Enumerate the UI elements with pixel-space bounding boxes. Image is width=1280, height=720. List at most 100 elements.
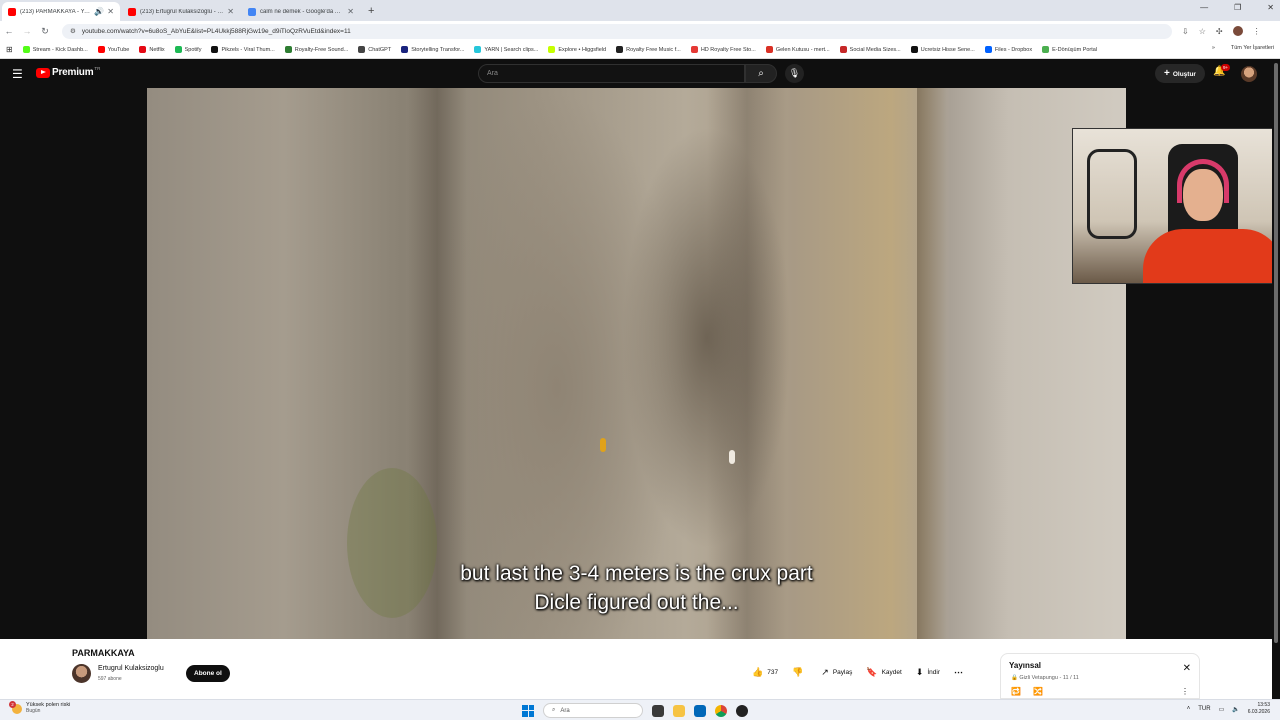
loop-icon[interactable]: 🔁 [1011,687,1021,696]
browser-tab[interactable]: (213) Ertugrul Kulaksizoglu - Yo... ✕ [122,2,240,21]
subscribe-button[interactable]: Abone ol [186,665,230,682]
browser-tab-active[interactable]: (213) PARMAKKAYA - YouT... 🔊 ✕ [2,2,120,21]
climber-figure [729,450,735,464]
bookmark-item[interactable]: Gelen Kutusu - mert... [765,46,830,53]
bookmark-item[interactable]: E-Dönüşüm Portal [1042,46,1097,53]
playlist-more-icon[interactable]: ⋮ [1181,687,1189,696]
speaker-icon[interactable]: 🔊 [94,7,104,16]
bookmark-item[interactable]: Files - Dropbox [984,46,1032,53]
exercise-bike [1087,149,1137,239]
more-bookmarks-button[interactable]: » [1212,45,1215,51]
extensions-icon[interactable]: ✣ [1216,27,1223,36]
language-indicator[interactable]: TUR [1198,706,1210,712]
close-window-icon[interactable]: ✕ [1267,3,1274,12]
bookmark-favicon-icon [616,46,624,53]
url-field[interactable]: ⚙ youtube.com/watch?v=6u8oS_AbYuE&list=P… [62,23,1172,39]
page-scrollbar[interactable] [1272,59,1280,699]
weather-widget[interactable]: 2 Yüksek polen riski Bugün [9,701,70,714]
clock[interactable]: 13:53 6.03.2026 [1248,702,1270,716]
bookmark-label: Ucretsiz Hisse Sene... [920,46,975,53]
youtube-favicon-icon [8,7,16,16]
restore-icon[interactable]: ❐ [1234,3,1241,12]
shuffle-icon[interactable]: 🔀 [1033,687,1043,696]
apps-icon[interactable]: ⊞ [6,45,13,54]
search-input[interactable]: Ara [478,64,745,83]
dislike-button[interactable]: 👎 [792,667,807,678]
bookmark-item[interactable]: Social Media Sizes... [839,46,901,53]
back-icon[interactable]: ← [0,26,18,36]
bookmark-favicon-icon [211,46,219,53]
windows-start-icon[interactable] [522,704,534,717]
save-button[interactable]: 🔖 Kaydet [866,667,901,678]
new-tab-button[interactable]: + [368,2,374,21]
voice-search-button[interactable]: 🎙 [785,64,804,83]
bookmark-label: Netflix [149,46,165,53]
close-playlist-icon[interactable]: ✕ [1183,663,1191,674]
bookmark-favicon-icon [97,46,105,53]
download-button[interactable]: ⬇ İndir [916,667,940,678]
bookmark-star-icon[interactable]: ☆ [1199,27,1206,36]
channel-avatar[interactable] [72,664,91,683]
bookmark-item[interactable]: Pikzels - Viral Thum... [211,46,275,53]
channel-name[interactable]: Ertugrul Kulaksizoglu [98,665,164,672]
bookmark-item[interactable]: Storytelling Transfor... [401,46,464,53]
task-view-icon[interactable] [652,704,664,717]
bookmark-item[interactable]: HD Royalty Free Sto... [690,46,756,53]
youtube-logo[interactable]: Premium TR [36,66,100,78]
store-icon[interactable] [694,704,706,717]
bookmark-item[interactable]: Netflix [139,46,165,53]
like-button[interactable]: 👍 737 [752,667,778,678]
bookmark-label: YARN | Search clips... [484,46,539,53]
account-avatar[interactable] [1241,66,1257,82]
browser-tab[interactable]: calm ne demek - Google'da Ar... ✕ [242,2,360,21]
close-tab-icon[interactable]: ✕ [227,7,234,16]
bookmark-item[interactable]: Explore • Higgsfield [548,46,606,53]
bookmark-item[interactable]: YARN | Search clips... [474,46,538,53]
playlist-owner[interactable]: Vetapungu [1032,675,1058,681]
chrome-icon[interactable] [715,704,727,717]
file-explorer-icon[interactable] [673,704,685,717]
bookmark-item[interactable]: YouTube [97,46,130,53]
reload-icon[interactable]: ↻ [36,26,54,37]
volume-icon[interactable]: 🔈 [1232,706,1239,713]
video-player[interactable]: but last the 3-4 meters is the crux part… [147,88,1126,639]
youtube-favicon-icon [128,7,136,16]
more-actions-icon[interactable]: ⋯ [954,667,963,678]
close-tab-icon[interactable]: ✕ [347,7,354,16]
url-text: youtube.com/watch?v=6u8oS_AbYuE&list=PL4… [81,27,351,35]
browser-tab-strip: (213) PARMAKKAYA - YouT... 🔊 ✕ (213) Ert… [0,0,1280,21]
tray-chevron-icon[interactable]: ˄ [1187,706,1191,712]
create-button[interactable]: + Oluştur [1155,64,1205,83]
forward-icon[interactable]: → [18,26,36,36]
bookmark-favicon-icon [22,46,30,53]
minimize-icon[interactable]: — [1200,3,1208,12]
all-bookmarks-button[interactable]: Tüm Yer İşaretleri [1231,45,1274,51]
streaming-app-icon[interactable] [736,704,748,717]
site-info-icon[interactable]: ⚙ [70,27,76,35]
network-icon[interactable]: ▭ [1219,706,1225,713]
bookmark-item[interactable]: ChatGPT [358,46,391,53]
address-bar-row: ← → ↻ ⚙ youtube.com/watch?v=6u8oS_AbYuE&… [0,21,1280,41]
browser-menu-icon[interactable]: ⋮ [1253,27,1261,36]
bookmark-item[interactable]: Spotify [174,46,201,53]
bookmark-favicon-icon [358,46,366,53]
bookmark-item[interactable]: Ucretsiz Hisse Sene... [910,46,975,53]
bookmark-favicon-icon [690,46,698,53]
share-button[interactable]: ↗ Paylaş [821,667,852,678]
bookmark-item[interactable]: Royalty Free Music f... [616,46,681,53]
bookmark-item[interactable]: Royalty-Free Sound... [284,46,348,53]
profile-avatar[interactable] [1232,26,1243,36]
install-icon[interactable]: ⇩ [1182,27,1189,36]
bookmark-item[interactable]: Stream - Kick Dashb... [22,46,88,53]
search-button[interactable]: ⌕ [745,64,777,83]
scrollbar-thumb[interactable] [1274,63,1278,643]
bookmark-label: YouTube [107,46,130,53]
video-title: PARMAKKAYA [72,648,135,658]
menu-icon[interactable]: ☰ [12,67,23,81]
bookmark-label: Storytelling Transfor... [411,46,465,53]
taskbar-search[interactable]: ⌕ Ara [543,703,643,718]
playlist-title[interactable]: Yayınsal [1009,661,1041,670]
bookmark-favicon-icon [139,46,147,53]
google-favicon-icon [248,7,256,16]
close-tab-icon[interactable]: ✕ [107,7,114,16]
